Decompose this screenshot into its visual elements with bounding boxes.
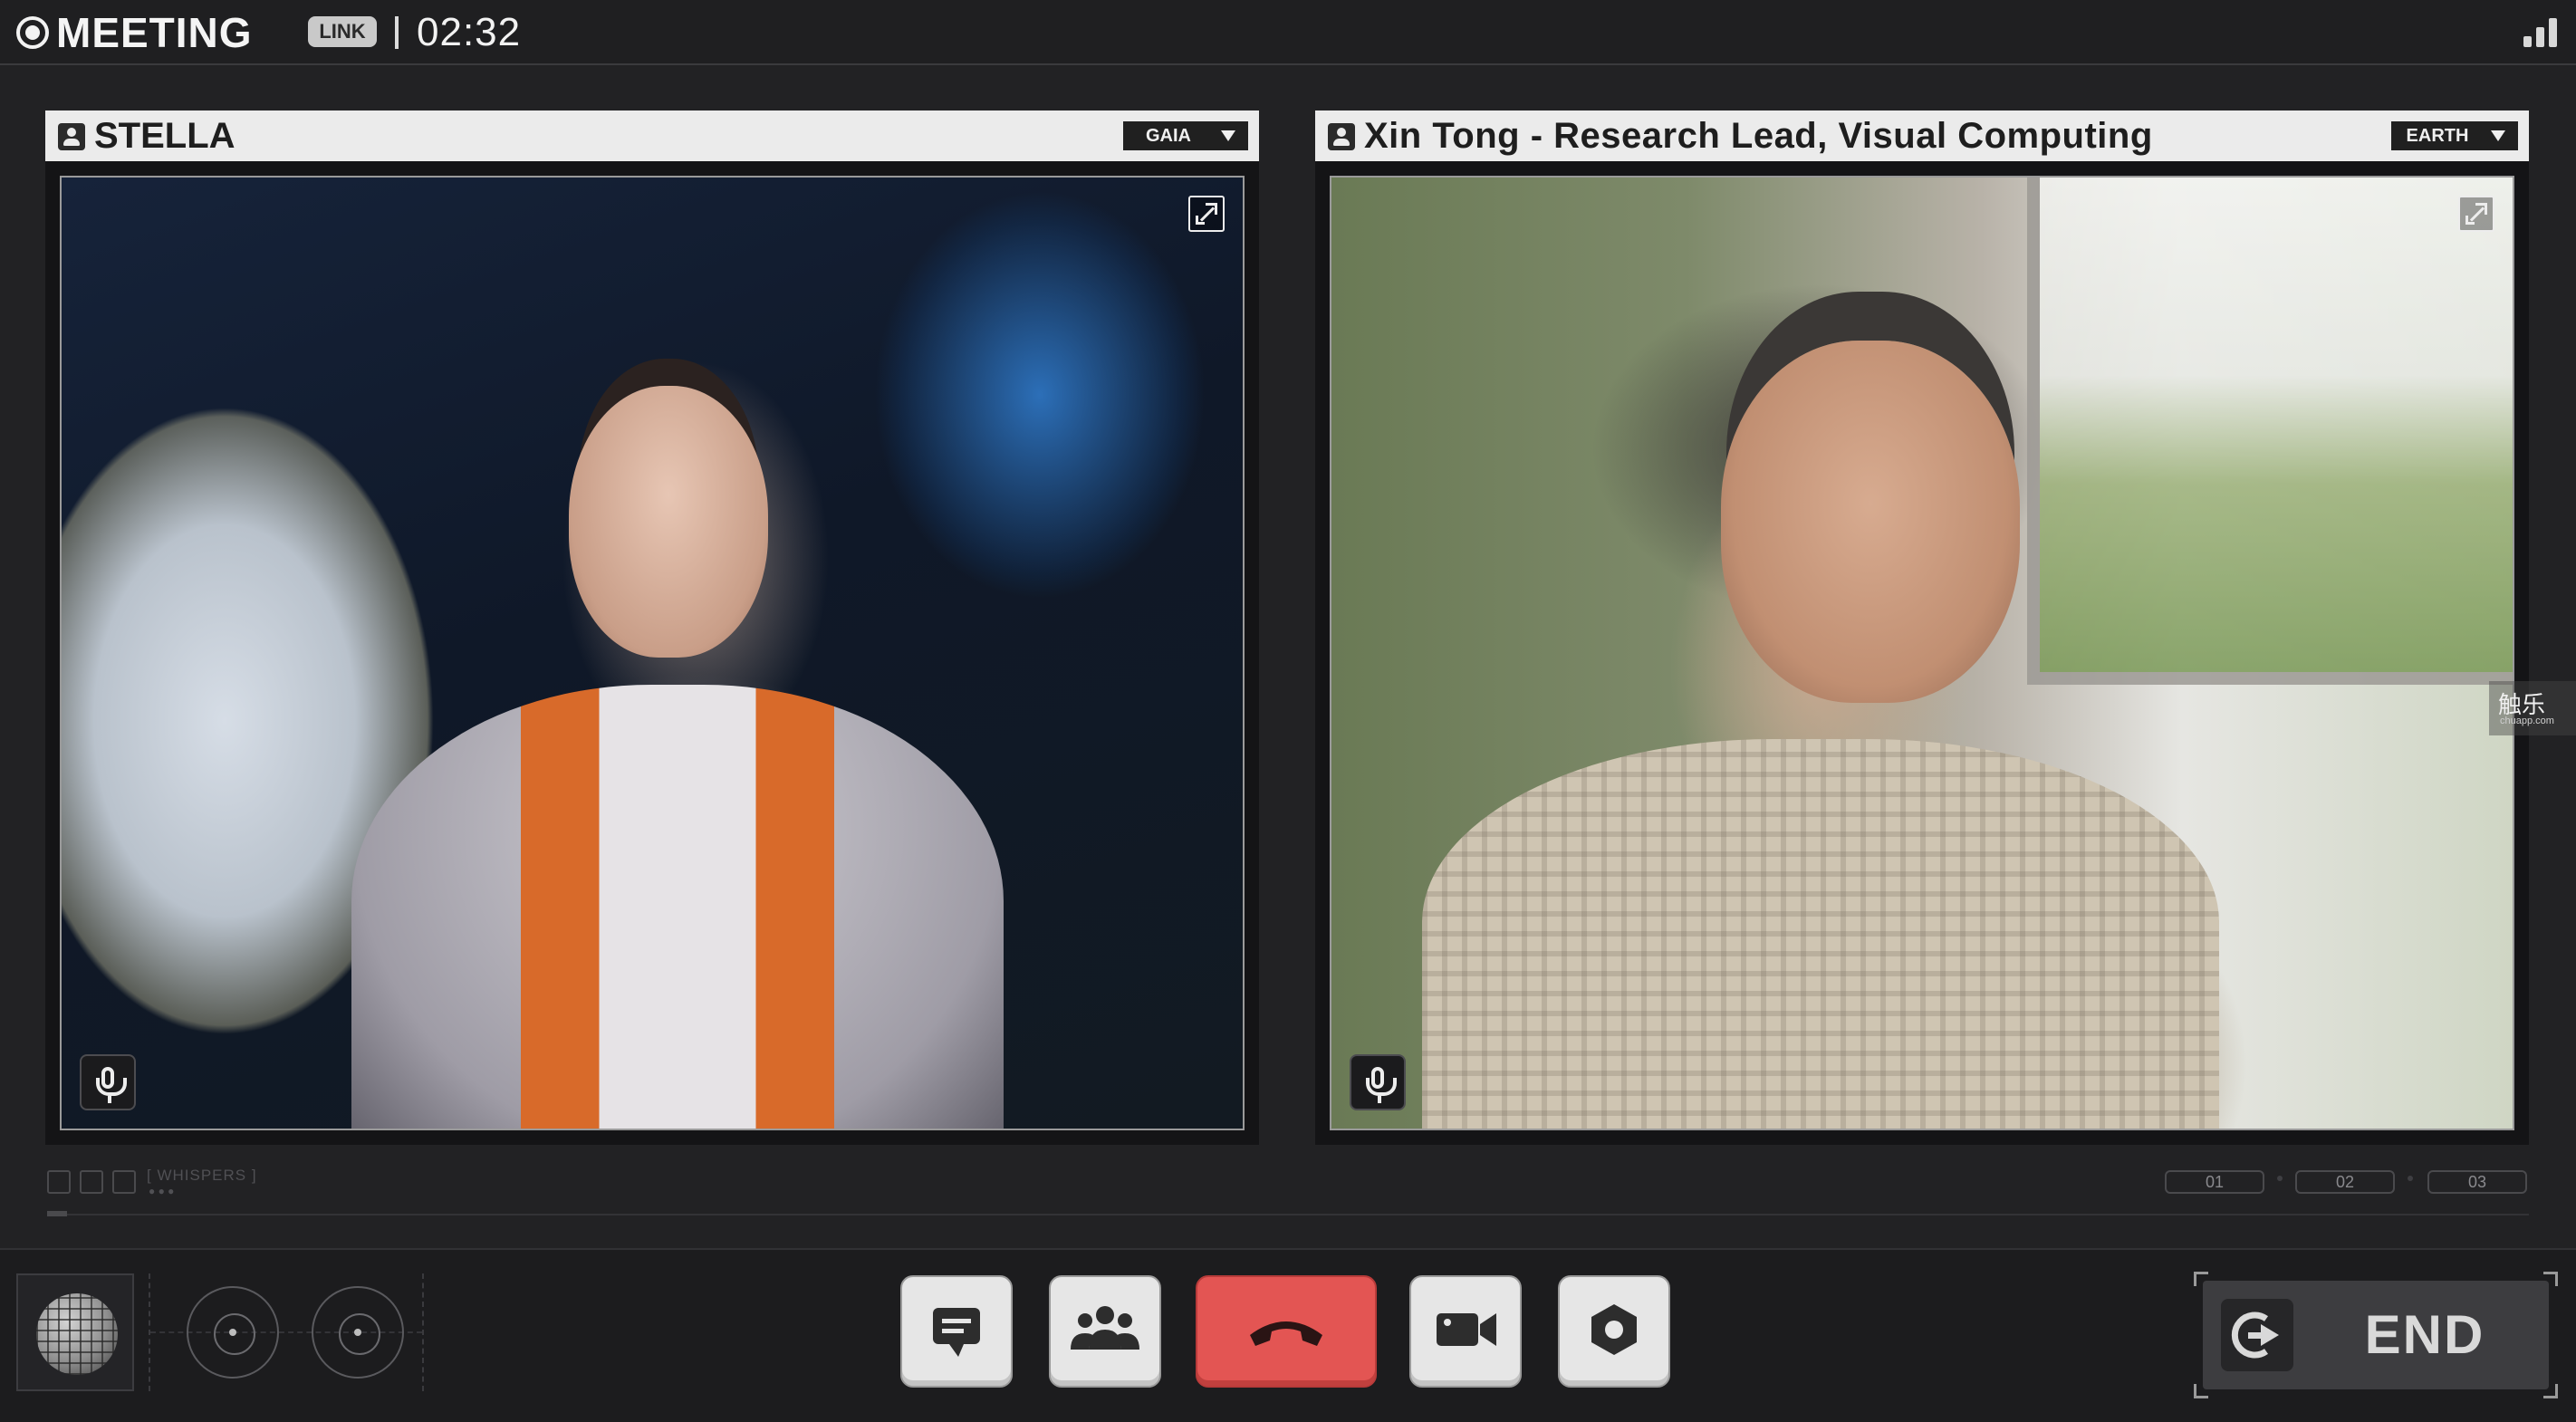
person-face [1721,341,2020,703]
video-feed [60,176,1245,1130]
globe-widget [16,1273,134,1391]
radar-ring-icon [312,1286,404,1379]
location-label: EARTH [2406,126,2469,146]
page-pill-02[interactable]: 02 [2295,1170,2395,1194]
participant-panel-xin-tong: Xin Tong - Research Lead, Visual Computi… [1315,110,2529,1145]
settings-icon [1591,1304,1637,1355]
expand-icon[interactable] [2458,196,2494,232]
end-label: END [2364,1304,2485,1365]
background-window [2027,178,2513,685]
control-bar: END [0,1248,2576,1422]
top-bar: MEETING LINK 02:32 [0,0,2576,65]
person-shirt [1422,739,2219,1129]
participant-name: STELLA [94,116,235,156]
user-icon [1328,123,1355,150]
hang-up-button[interactable] [1196,1275,1377,1388]
avatar-face [569,386,768,658]
leave-icon-box [2221,1299,2293,1371]
mic-button[interactable] [80,1054,136,1110]
slot-square[interactable] [47,1170,71,1194]
panel-header: STELLA GAIA [45,110,1259,161]
panel-header: Xin Tong - Research Lead, Visual Computi… [1315,110,2529,161]
chat-icon [933,1308,980,1357]
participants-button[interactable] [1049,1275,1161,1388]
watermark: 触乐 chuapp.com [2489,681,2576,735]
signal-strength-icon [2523,18,2558,47]
slot-square[interactable] [80,1170,103,1194]
camera-button[interactable] [1409,1275,1522,1388]
whispers-label: [ WHISPERS ] [147,1167,257,1184]
expand-icon[interactable] [1188,196,1225,232]
participants-icon [1071,1306,1139,1350]
participant-panel-stella: STELLA GAIA [45,110,1259,1145]
camera-icon [1437,1313,1496,1346]
pill-separator [2277,1176,2283,1181]
pill-separator [2408,1176,2413,1181]
user-icon [58,123,85,150]
radar-ring-icon [187,1286,279,1379]
location-dropdown[interactable]: EARTH [2391,121,2518,150]
location-dropdown[interactable]: GAIA [1123,121,1248,150]
hang-up-icon [1250,1321,1322,1346]
video-feed [1330,176,2514,1130]
avatar-body [351,685,1004,1129]
mic-button[interactable] [1350,1054,1406,1110]
watermark-sub: chuapp.com [2500,716,2554,726]
chat-button[interactable] [900,1275,1013,1388]
strip-divider [47,1211,2529,1216]
end-button[interactable]: END [2203,1281,2549,1389]
leave-arrow-icon [2231,1312,2279,1359]
mic-icon [96,1067,127,1096]
caret-down-icon [1221,130,1235,141]
settings-button[interactable] [1558,1275,1670,1388]
link-badge[interactable]: LINK [308,16,377,47]
app-title: MEETING [56,9,253,56]
mic-icon [1366,1067,1397,1096]
slot-square[interactable] [112,1170,136,1194]
record-icon [16,16,49,49]
end-button-frame: END [2194,1272,2558,1398]
location-label: GAIA [1146,126,1191,146]
header-divider [395,16,399,49]
whispers-indicator: ● ● ● [149,1185,175,1197]
participant-name: Xin Tong - Research Lead, Visual Computi… [1364,116,2153,156]
page-pill-03[interactable]: 03 [2427,1170,2527,1194]
call-timer: 02:32 [417,10,522,54]
page-pill-01[interactable]: 01 [2165,1170,2264,1194]
radar-widget [149,1273,424,1391]
globe-icon [36,1293,118,1375]
caret-down-icon [2491,130,2505,141]
